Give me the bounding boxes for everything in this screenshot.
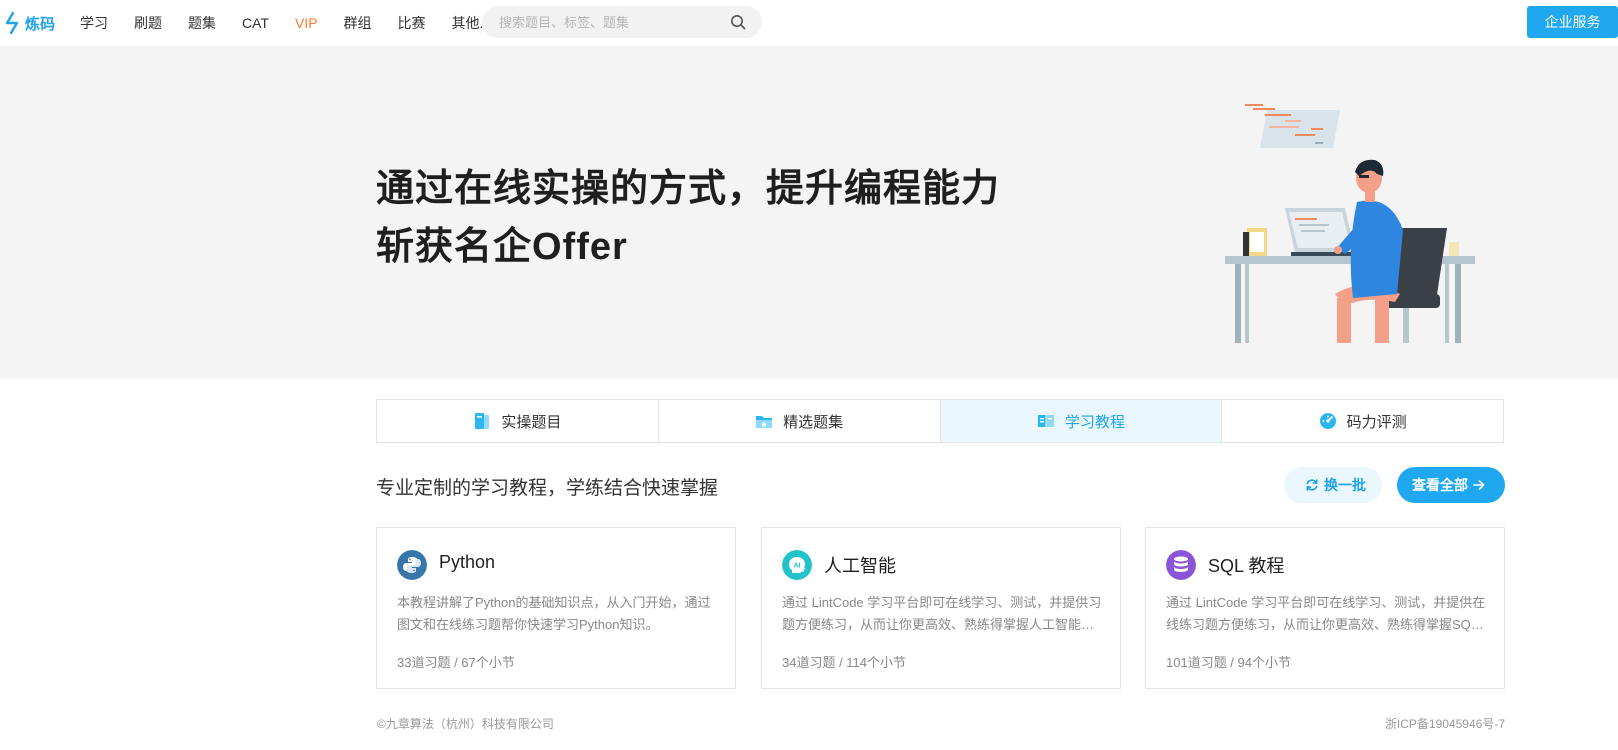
- hero-title: 通过在线实操的方式，提升编程能力 斩获名企Offer: [376, 160, 1000, 276]
- book-icon: [475, 413, 490, 429]
- gauge-icon: [1319, 413, 1336, 429]
- tab-label: 码力评测: [1346, 413, 1407, 431]
- hero-title-line2: 斩获名企Offer: [376, 226, 628, 268]
- section-title: 专业定制的学习教程，学练结合快速掌握: [376, 478, 719, 499]
- hero-banner: 通过在线实操的方式，提升编程能力 斩获名企Offer: [0, 46, 1618, 379]
- footer-copyright: ©九章算法（杭州）科技有限公司: [377, 717, 554, 731]
- nav-item-vip[interactable]: VIP: [295, 15, 318, 31]
- nav-item-practice[interactable]: 刷题: [134, 13, 162, 33]
- arrow-right-icon: [1473, 480, 1485, 490]
- hero-title-line1: 通过在线实操的方式，提升编程能力: [376, 168, 1001, 210]
- search-box: [482, 6, 762, 38]
- tab-label: 精选题集: [783, 413, 844, 431]
- tab-tutorials[interactable]: 学习教程: [940, 400, 1223, 442]
- tab-featured-sets[interactable]: 精选题集: [659, 400, 941, 442]
- card-meta: 33道习题 / 67个小节: [397, 655, 515, 670]
- card-description: 本教程讲解了Python的基础知识点，从入门开始，通过图文和在线练习题帮你快速学…: [397, 595, 711, 632]
- hero-illustration: [1225, 104, 1475, 343]
- refresh-icon: [1306, 479, 1318, 491]
- category-tabs: 实操题目 精选题集 学习教程 码力评测: [376, 399, 1504, 443]
- search-input[interactable]: [499, 6, 719, 38]
- ai-head-icon: AI: [782, 550, 812, 580]
- card-title: 人工智能: [824, 556, 896, 576]
- database-icon: [1166, 550, 1196, 580]
- nav-item-problem-sets[interactable]: 题集: [188, 13, 216, 33]
- tab-label: 实操题目: [501, 413, 562, 431]
- tab-label: 学习教程: [1064, 413, 1125, 431]
- tab-practice-problems[interactable]: 实操题目: [377, 400, 659, 442]
- tab-skill-assessment[interactable]: 码力评测: [1222, 400, 1503, 442]
- tutorial-card-sql[interactable]: SQL 教程 通过 LintCode 学习平台即可在线学习、测试，并提供在线练习…: [1145, 527, 1505, 689]
- folder-icon: [756, 416, 773, 428]
- nav-item-learn[interactable]: 学习: [80, 13, 108, 33]
- top-nav: 炼码 学习 刷题 题集 CAT VIP 群组 比赛 其他... 企业服务: [0, 0, 1618, 45]
- nav-item-cat[interactable]: CAT: [242, 15, 269, 31]
- nav-item-groups[interactable]: 群组: [344, 13, 372, 33]
- logo-text: 炼码: [25, 15, 56, 33]
- nav-item-contests[interactable]: 比赛: [398, 13, 426, 33]
- tutorial-card-ai[interactable]: AI 人工智能 通过 LintCode 学习平台即可在线学习、测试，并提供习题方…: [761, 527, 1121, 689]
- card-description: 通过 LintCode 学习平台即可在线学习、测试，并提供在线练习题方便练习，从…: [1166, 595, 1486, 632]
- logo[interactable]: 炼码: [4, 10, 55, 36]
- view-all-label: 查看全部: [1412, 477, 1468, 493]
- card-title: SQL 教程: [1208, 556, 1285, 576]
- footer-icp-link[interactable]: 浙ICP备19045946号-7: [1385, 715, 1505, 732]
- python-icon: [397, 550, 427, 580]
- view-all-button[interactable]: 查看全部: [1397, 467, 1505, 503]
- nav-menu: 学习 刷题 题集 CAT VIP 群组 比赛 其他...: [80, 0, 517, 45]
- enterprise-service-button[interactable]: 企业服务: [1527, 6, 1618, 38]
- card-title: Python: [439, 552, 496, 572]
- open-book-icon: [1037, 415, 1054, 427]
- tutorial-card-python[interactable]: Python 本教程讲解了Python的基础知识点，从入门开始，通过图文和在线练…: [376, 527, 736, 689]
- search-icon[interactable]: [730, 14, 746, 30]
- card-description: 通过 LintCode 学习平台即可在线学习、测试，并提供习题方便练习，从而让你…: [782, 595, 1102, 632]
- svg-text:AI: AI: [794, 563, 801, 570]
- card-meta: 101道习题 / 94个小节: [1166, 655, 1291, 670]
- refresh-batch-button[interactable]: 换一批: [1284, 467, 1382, 503]
- logo-mark-icon: [5, 11, 19, 35]
- card-meta: 34道习题 / 114个小节: [782, 655, 907, 670]
- refresh-label: 换一批: [1324, 477, 1366, 493]
